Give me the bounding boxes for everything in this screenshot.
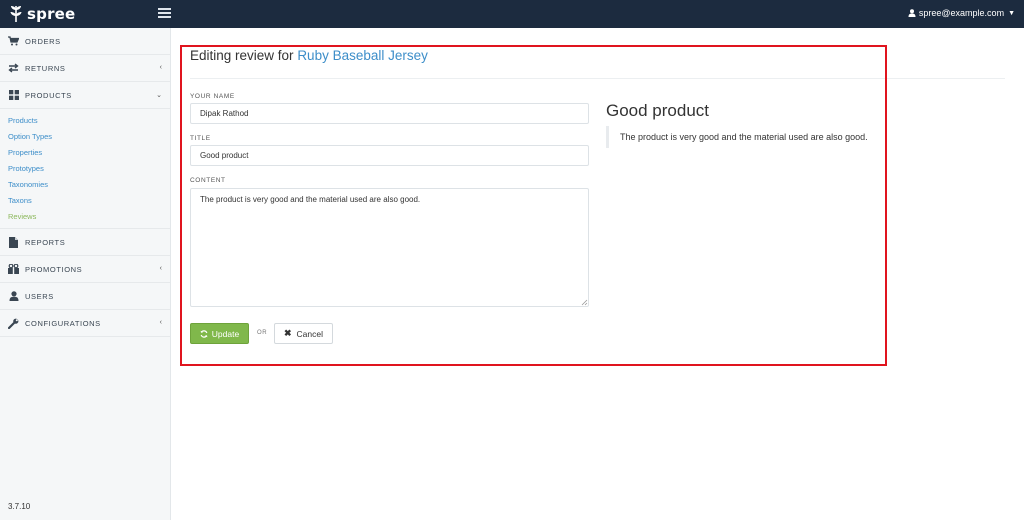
update-button[interactable]: Update — [190, 323, 249, 344]
product-link[interactable]: Ruby Baseball Jersey — [297, 48, 428, 63]
user-icon — [8, 291, 19, 302]
sidebar-item-reports[interactable]: REPORTS — [0, 229, 170, 256]
caret-down-icon: ▼ — [1008, 9, 1015, 17]
page-title: Editing review for Ruby Baseball Jersey — [190, 48, 428, 63]
sidebar-item-label: PROMOTIONS — [25, 264, 83, 274]
sidebar-item-users[interactable]: USERS — [0, 283, 170, 310]
chevron-left-icon: ‹ — [159, 64, 162, 71]
review-preview-title: Good product — [606, 101, 710, 120]
sidebar-item-orders[interactable]: ORDERS — [0, 28, 170, 55]
refresh-icon — [200, 329, 208, 338]
sidebar-item-label: ORDERS — [25, 36, 61, 46]
sidebar: ORDERS RETURNS ‹ PRODUCTS ⌄ Products Opt… — [0, 28, 171, 520]
wrench-icon — [8, 318, 19, 329]
chevron-left-icon: ‹ — [159, 319, 162, 326]
subnav-taxons[interactable]: Taxons — [0, 193, 170, 209]
file-icon — [8, 236, 19, 248]
user-icon — [908, 9, 916, 17]
spree-logo[interactable]: spree — [9, 3, 75, 25]
user-email: spree@example.com — [918, 8, 1005, 18]
update-button-label: Update — [211, 328, 240, 339]
or-separator: OR — [257, 330, 268, 336]
sidebar-item-products[interactable]: PRODUCTS ⌄ — [0, 82, 170, 109]
name-label: YOUR NAME — [190, 93, 235, 100]
subnav-prototypes[interactable]: Prototypes — [0, 161, 170, 177]
sidebar-item-configurations[interactable]: CONFIGURATIONS ‹ — [0, 310, 170, 337]
cancel-button-label: Cancel — [296, 328, 323, 339]
cancel-button[interactable]: ✖ Cancel — [274, 323, 333, 344]
sidebar-item-label: PRODUCTS — [25, 90, 72, 100]
content-textarea[interactable]: The product is very good and the materia… — [190, 188, 589, 307]
hamburger-menu-icon[interactable] — [158, 8, 171, 19]
sidebar-item-promotions[interactable]: PROMOTIONS ‹ — [0, 256, 170, 283]
page-title-prefix: Editing review for — [190, 48, 294, 63]
review-preview-content: The product is very good and the materia… — [606, 126, 896, 148]
sidebar-item-label: RETURNS — [25, 63, 66, 73]
products-submenu: Products Option Types Properties Prototy… — [0, 109, 170, 229]
main-content: Editing review for Ruby Baseball Jersey … — [172, 28, 1024, 520]
close-icon: ✖ — [283, 328, 292, 338]
gift-icon — [8, 264, 19, 275]
top-bar: spree spree@example.com ▼ — [0, 0, 1024, 28]
grid-icon — [8, 90, 19, 101]
subnav-option-types[interactable]: Option Types — [0, 129, 170, 145]
sidebar-item-label: USERS — [25, 291, 54, 301]
title-label: TITLE — [190, 135, 211, 142]
subnav-products[interactable]: Products — [0, 113, 170, 129]
user-menu[interactable]: spree@example.com ▼ — [908, 8, 1015, 18]
content-label: CONTENT — [190, 177, 226, 184]
sidebar-item-label: CONFIGURATIONS — [25, 318, 101, 328]
brand-name: spree — [27, 5, 76, 23]
spree-logo-icon — [10, 6, 22, 22]
sidebar-item-label: REPORTS — [25, 237, 66, 247]
title-divider — [190, 78, 1005, 79]
subnav-taxonomies[interactable]: Taxonomies — [0, 177, 170, 193]
subnav-properties[interactable]: Properties — [0, 145, 170, 161]
subnav-reviews[interactable]: Reviews — [0, 209, 170, 225]
name-field[interactable] — [190, 103, 589, 124]
title-field[interactable] — [190, 145, 589, 166]
app-version: 3.7.10 — [8, 502, 31, 511]
resize-handle-icon[interactable] — [581, 299, 588, 306]
chevron-down-icon: ⌄ — [156, 92, 162, 99]
exchange-icon — [8, 63, 19, 74]
cart-icon — [8, 36, 19, 47]
sidebar-item-returns[interactable]: RETURNS ‹ — [0, 55, 170, 82]
chevron-left-icon: ‹ — [159, 265, 162, 272]
